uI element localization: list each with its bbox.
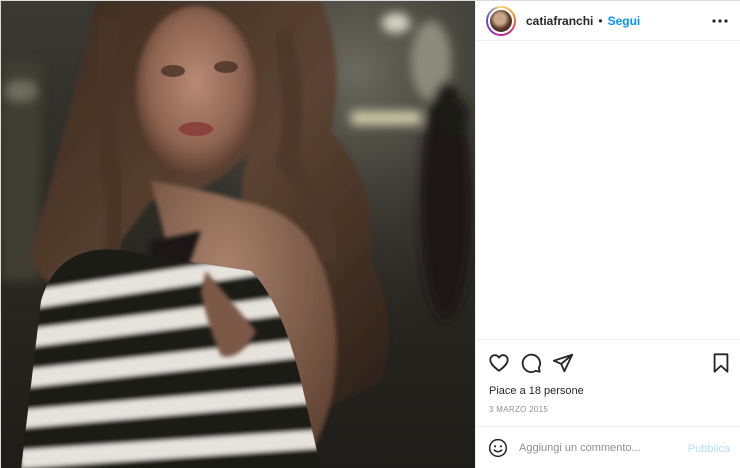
post-container: catiafranchi • Segui Piace a 18 persone …	[0, 0, 740, 468]
separator-dot: •	[598, 13, 603, 28]
post-photo-image	[1, 1, 475, 468]
username-link[interactable]: catiafranchi	[526, 14, 593, 28]
comment-bar: Pubblica	[476, 426, 740, 468]
bookmark-icon[interactable]	[710, 352, 732, 374]
likes-text: Piace a 18 persone	[489, 385, 584, 397]
post-side-panel: catiafranchi • Segui Piace a 18 persone …	[475, 1, 740, 468]
comments-area	[476, 42, 740, 339]
post-date[interactable]: 3 MARZO 2015	[489, 405, 548, 414]
action-bar	[476, 339, 740, 381]
comment-icon[interactable]	[520, 352, 542, 374]
emoji-icon[interactable]	[488, 438, 508, 458]
likes-count[interactable]: Piace a 18 persone	[489, 385, 584, 397]
post-header: catiafranchi • Segui	[476, 1, 740, 41]
heart-icon[interactable]	[488, 352, 510, 374]
avatar-image	[488, 7, 514, 34]
publish-button[interactable]: Pubblica	[688, 443, 730, 455]
share-icon[interactable]	[552, 352, 574, 374]
comment-input[interactable]	[519, 442, 687, 454]
avatar[interactable]	[486, 5, 516, 36]
more-options-icon[interactable]	[712, 11, 728, 31]
follow-button[interactable]: Segui	[608, 14, 641, 28]
post-photo[interactable]	[1, 1, 475, 468]
